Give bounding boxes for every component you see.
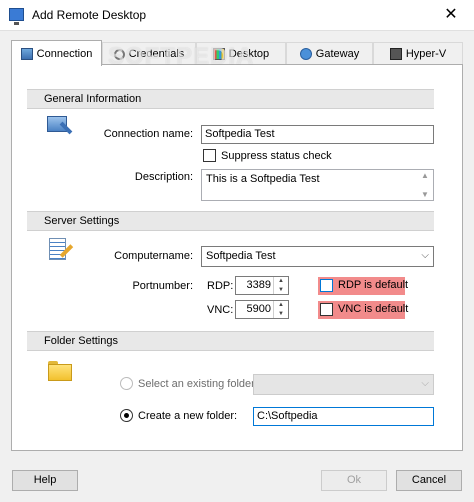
folder-settings-header: Folder Settings	[27, 331, 434, 351]
vnc-label: VNC:	[207, 304, 234, 316]
description-text: This is a Softpedia Test	[206, 173, 320, 185]
folder-icon	[48, 361, 73, 381]
suppress-status-check-label: Suppress status check	[221, 150, 332, 162]
window-title: Add Remote Desktop	[32, 8, 147, 22]
remote-desktop-icon	[9, 8, 24, 25]
tab-connection[interactable]: Connection	[11, 40, 102, 66]
computername-value: Softpedia Test	[206, 250, 276, 262]
tab-hyper-v[interactable]: Hyper-V	[373, 42, 463, 65]
new-folder-label: Create a new folder:	[138, 410, 238, 422]
server-settings-icon	[48, 238, 74, 264]
tab-label: Desktop	[228, 48, 270, 60]
decrement-icon[interactable]: ▼	[274, 286, 288, 295]
tab-label: Connection	[36, 47, 93, 60]
rdp-default-option[interactable]: RDP is default	[318, 277, 409, 295]
tab-strip: Connection Credentials Desktop Gateway H…	[11, 40, 463, 66]
vnc-default-option[interactable]: VNC is default	[318, 301, 409, 319]
tab-credentials[interactable]: Credentials	[102, 42, 196, 65]
tab-label: Gateway	[315, 48, 360, 60]
description-input[interactable]: This is a Softpedia Test ▲ ▼	[201, 169, 434, 201]
connection-icon	[20, 47, 33, 60]
decrement-icon[interactable]: ▼	[274, 310, 288, 319]
new-folder-input[interactable]: C:\Softpedia	[253, 407, 434, 426]
close-button[interactable]: ✕	[428, 0, 474, 31]
vnc-port-value: 5900	[246, 303, 271, 315]
vnc-port-stepper[interactable]: 5900 ▲ ▼	[235, 300, 289, 319]
existing-folder-combobox[interactable]: ⌵	[253, 374, 434, 395]
hyper-v-icon	[389, 48, 402, 60]
vnc-is-default-label: VNC is default	[338, 303, 409, 315]
chevron-down-icon[interactable]: ⌵	[421, 250, 429, 261]
connection-name-label: Connection name:	[103, 128, 193, 140]
credentials-icon	[113, 48, 125, 60]
existing-folder-label: Select an existing folder:	[138, 378, 258, 390]
tab-desktop[interactable]: Desktop	[196, 42, 286, 65]
desktop-icon	[212, 48, 225, 60]
tab-label: Credentials	[128, 48, 185, 60]
suppress-status-check-checkbox[interactable]	[203, 149, 216, 162]
increment-icon[interactable]: ▲	[274, 301, 288, 310]
rdp-port-value: 3389	[246, 279, 271, 291]
description-label: Description:	[134, 171, 193, 183]
connection-name-input[interactable]: Softpedia Test	[201, 125, 434, 144]
general-information-header: General Information	[27, 89, 434, 109]
connection-settings-icon	[47, 116, 73, 140]
computername-label: Computername:	[114, 250, 193, 262]
rdp-is-default-label: RDP is default	[338, 279, 409, 291]
existing-folder-radio[interactable]	[120, 377, 133, 390]
help-button[interactable]: Help	[12, 470, 78, 491]
rdp-is-default-checkbox[interactable]	[320, 279, 333, 292]
increment-icon[interactable]: ▲	[274, 277, 288, 286]
rdp-label: RDP:	[207, 280, 234, 292]
rdp-port-stepper[interactable]: 3389 ▲ ▼	[235, 276, 289, 295]
computername-combobox[interactable]: Softpedia Test ⌵	[201, 246, 434, 267]
title-bar: Add Remote Desktop ✕	[0, 0, 474, 31]
vnc-is-default-checkbox[interactable]	[320, 303, 333, 316]
chevron-down-icon[interactable]: ⌵	[421, 378, 429, 389]
gateway-icon	[299, 48, 312, 60]
tab-label: Hyper-V	[405, 48, 447, 60]
cancel-button[interactable]: Cancel	[396, 470, 462, 491]
new-folder-radio[interactable]	[120, 409, 133, 422]
tab-gateway[interactable]: Gateway	[286, 42, 373, 65]
ok-button[interactable]: Ok	[321, 470, 387, 491]
server-settings-header: Server Settings	[27, 211, 434, 231]
portnumber-label: Portnumber:	[132, 280, 193, 292]
description-scrollbar[interactable]: ▲ ▼	[418, 171, 432, 199]
